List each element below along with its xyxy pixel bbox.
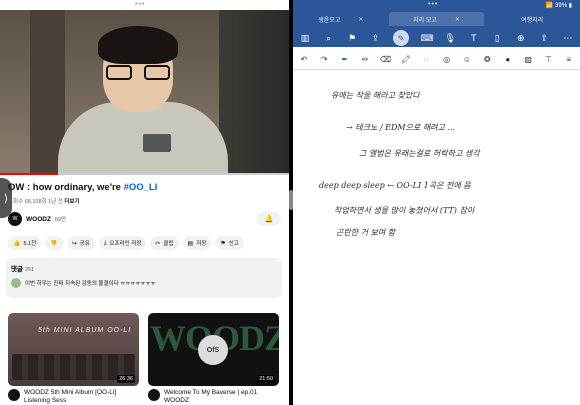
clip-button[interactable]: ✂ 클립	[150, 236, 179, 250]
action-chips: 👍 5.1천 👎 ↪ 공유 ⤓ 오프라인 저장 ✂ 클립 ▤ 저장 ⚑ 신고	[8, 236, 244, 250]
channel-avatar[interactable]: W	[8, 212, 22, 226]
tab-document[interactable]: 생윤모고 ✕	[293, 12, 389, 26]
highlighter-icon[interactable]: 🖍	[400, 55, 412, 64]
tool-palette: ↶ ↷ ✒ ✏ ⌫ 🖍 ◌ ◎ ☺ ❂ ● ▨ ⊤ ≡	[293, 50, 580, 70]
thumb-up-icon: 👍	[13, 240, 21, 247]
flag-button[interactable]: ⚑ 신고	[215, 236, 244, 250]
video-title: OW : how ordinary, we're #OO_LI	[8, 182, 158, 193]
notes-pane: ••• 📶 39% ▮ 생윤모고 ✕ 지리 모고 ✕ 여행지리 ▥ ⌕ ⚑ ⇪ ✎ …	[293, 0, 580, 405]
video-progress-bar[interactable]	[0, 173, 289, 175]
undo-icon[interactable]: ↶	[298, 55, 310, 64]
bookmark-icon[interactable]: ⚑	[346, 33, 358, 44]
share-icon: ↪	[71, 240, 77, 247]
text-icon[interactable]: T	[468, 33, 480, 43]
top-comment: 이번 하우는 진짜 지속된 감동의 물결이다 ㅠㅠㅠㅠㅠㅠㅠ	[11, 278, 277, 288]
save-label: 저장	[196, 241, 207, 247]
comments-preview[interactable]: 댓글 251 이번 하우는 진짜 지속된 감동의 물결이다 ㅠㅠㅠㅠㅠㅠㅠ	[6, 258, 282, 298]
video-thumbnail[interactable]: WOODZ OfS 21:50	[148, 313, 279, 386]
menu-icon[interactable]: ≡	[563, 55, 575, 64]
share-label: 공유	[79, 241, 90, 247]
notification-bell-icon[interactable]: 🔔	[257, 212, 281, 226]
sidebar-icon[interactable]: ▥	[299, 33, 311, 44]
thumb-up-button[interactable]: 👍 5.1천	[8, 236, 42, 250]
note-canvas[interactable]: 유애는 작을 해라고 찾았다 → 테크노 / EDM으로 해려고 ... 그 앨…	[301, 72, 573, 405]
image-icon[interactable]: ▨	[522, 55, 534, 64]
status-time: 오후 3:57 9월 25일 수요일	[6, 5, 74, 11]
close-icon[interactable]: ✕	[455, 16, 460, 23]
mic-icon[interactable]: 🎙	[444, 33, 456, 44]
subscriber-count: 60만	[54, 217, 67, 223]
keyboard-icon[interactable]: ⌨	[421, 33, 434, 44]
element-icon[interactable]: ❂	[481, 55, 493, 64]
share-upload-icon[interactable]: ⇧	[538, 33, 550, 44]
channel-info[interactable]: W WOODZ 60만	[8, 212, 66, 226]
save-button[interactable]: ▤ 저장	[182, 236, 212, 250]
tab-document-active[interactable]: 지리 모고 ✕	[388, 12, 485, 26]
textbox-icon[interactable]: ⊤	[543, 55, 555, 64]
more-icon[interactable]: ⋯	[562, 33, 574, 44]
handwriting-line: 작업하면서 생을 많이 놓쳤어서 (TT) 잠이	[334, 206, 475, 215]
thumb-down-button[interactable]: 👎	[45, 236, 63, 250]
clip-icon: ✂	[155, 240, 161, 247]
pen-mode-icon[interactable]: ✎	[393, 30, 410, 46]
close-icon[interactable]: ✕	[358, 16, 363, 23]
status-bar: 오후 3:57 9월 25일 수요일	[0, 0, 289, 11]
channel-avatar[interactable]	[8, 389, 20, 401]
comments-header: 댓글 251	[11, 266, 35, 273]
lasso-icon[interactable]: ◌	[420, 55, 432, 64]
recommended-video[interactable]: WOODZ OfS 21:50 Welcome To My Baverse | …	[148, 313, 279, 405]
video-duration: 26:36	[117, 375, 135, 383]
document-tabs: 생윤모고 ✕ 지리 모고 ✕ 여행지리	[293, 12, 580, 26]
glasses	[106, 65, 170, 81]
redo-icon[interactable]: ↷	[318, 55, 330, 64]
shape-icon[interactable]: ◎	[441, 55, 453, 64]
page-icon[interactable]: ▯	[491, 33, 503, 44]
status-battery: 📶 39% ▮	[545, 3, 572, 9]
search-icon[interactable]: ⌕	[323, 33, 335, 44]
download-button[interactable]: ⤓ 오프라인 저장	[98, 236, 147, 250]
video-duration: 21:50	[257, 375, 275, 383]
youtube-pane: 오후 3:57 9월 25일 수요일 ••• ⟩ OW : how ordina…	[0, 0, 289, 405]
video-player[interactable]	[0, 10, 289, 175]
video-frame-person	[58, 26, 228, 175]
notes-toolbar: ▥ ⌕ ⚑ ⇪ ✎ ⌨ 🎙 T ▯ ⊕ ⇧ ⋯	[293, 29, 580, 47]
recommended-title[interactable]: WOODZ 5th Mini Album [OO-LI] Listening S…	[24, 389, 139, 405]
flag-icon: ⚑	[220, 240, 226, 247]
handwriting-line: deep deep sleep ← OO-LI 1곡은 전에 음	[319, 181, 471, 190]
handwriting-line: 유애는 작을 해라고 찾았다	[331, 91, 420, 100]
notes-header: ••• 📶 39% ▮ 생윤모고 ✕ 지리 모고 ✕ 여행지리 ▥ ⌕ ⚑ ⇪ ✎ …	[293, 0, 580, 47]
hashtag-link[interactable]: #OO_LI	[124, 182, 158, 193]
video-thumbnail[interactable]: 5th MINI ALBUM OO-LI 26:36	[8, 313, 139, 386]
recommended-video[interactable]: 5th MINI ALBUM OO-LI 26:36 WOODZ 5th Min…	[8, 313, 139, 405]
pen-tool-icon[interactable]: ✒	[339, 55, 351, 64]
thumb-up-label: 5.1천	[23, 241, 37, 247]
eraser-icon[interactable]: ⌫	[380, 55, 392, 64]
share-button[interactable]: ↪ 공유	[66, 236, 95, 250]
save-icon: ▤	[187, 240, 194, 247]
video-meta[interactable]: 조회수 68,108회 1년 전 더보기	[8, 197, 80, 205]
add-page-icon[interactable]: ⊕	[515, 33, 527, 44]
clip-label: 클립	[163, 241, 174, 247]
handwriting-line: 곤란한 거 보며 함	[336, 228, 396, 237]
color-icon[interactable]: ●	[502, 55, 514, 64]
flag-label: 신고	[228, 241, 239, 247]
channel-avatar[interactable]	[148, 389, 160, 401]
handwriting-line: 그 앨범은 유래는걸로 허락하고 생각	[359, 149, 480, 158]
pencil-tool-icon[interactable]: ✏	[359, 55, 371, 64]
thumb-down-icon: 👎	[50, 240, 58, 247]
download-icon: ⤓	[103, 239, 107, 246]
commenter-avatar	[11, 278, 21, 288]
sticker-icon[interactable]: ☺	[461, 55, 473, 64]
recommended-title[interactable]: Welcome To My Baverse | ep.01 WOODZ	[164, 389, 279, 405]
tab-document[interactable]: 여행지리	[484, 12, 580, 26]
download-label: 오프라인 저장	[109, 241, 142, 247]
channel-name[interactable]: WOODZ	[26, 216, 51, 223]
share-icon[interactable]: ⇪	[370, 33, 382, 44]
handwriting-line: → 테크노 / EDM으로 해려고 ...	[346, 123, 456, 132]
